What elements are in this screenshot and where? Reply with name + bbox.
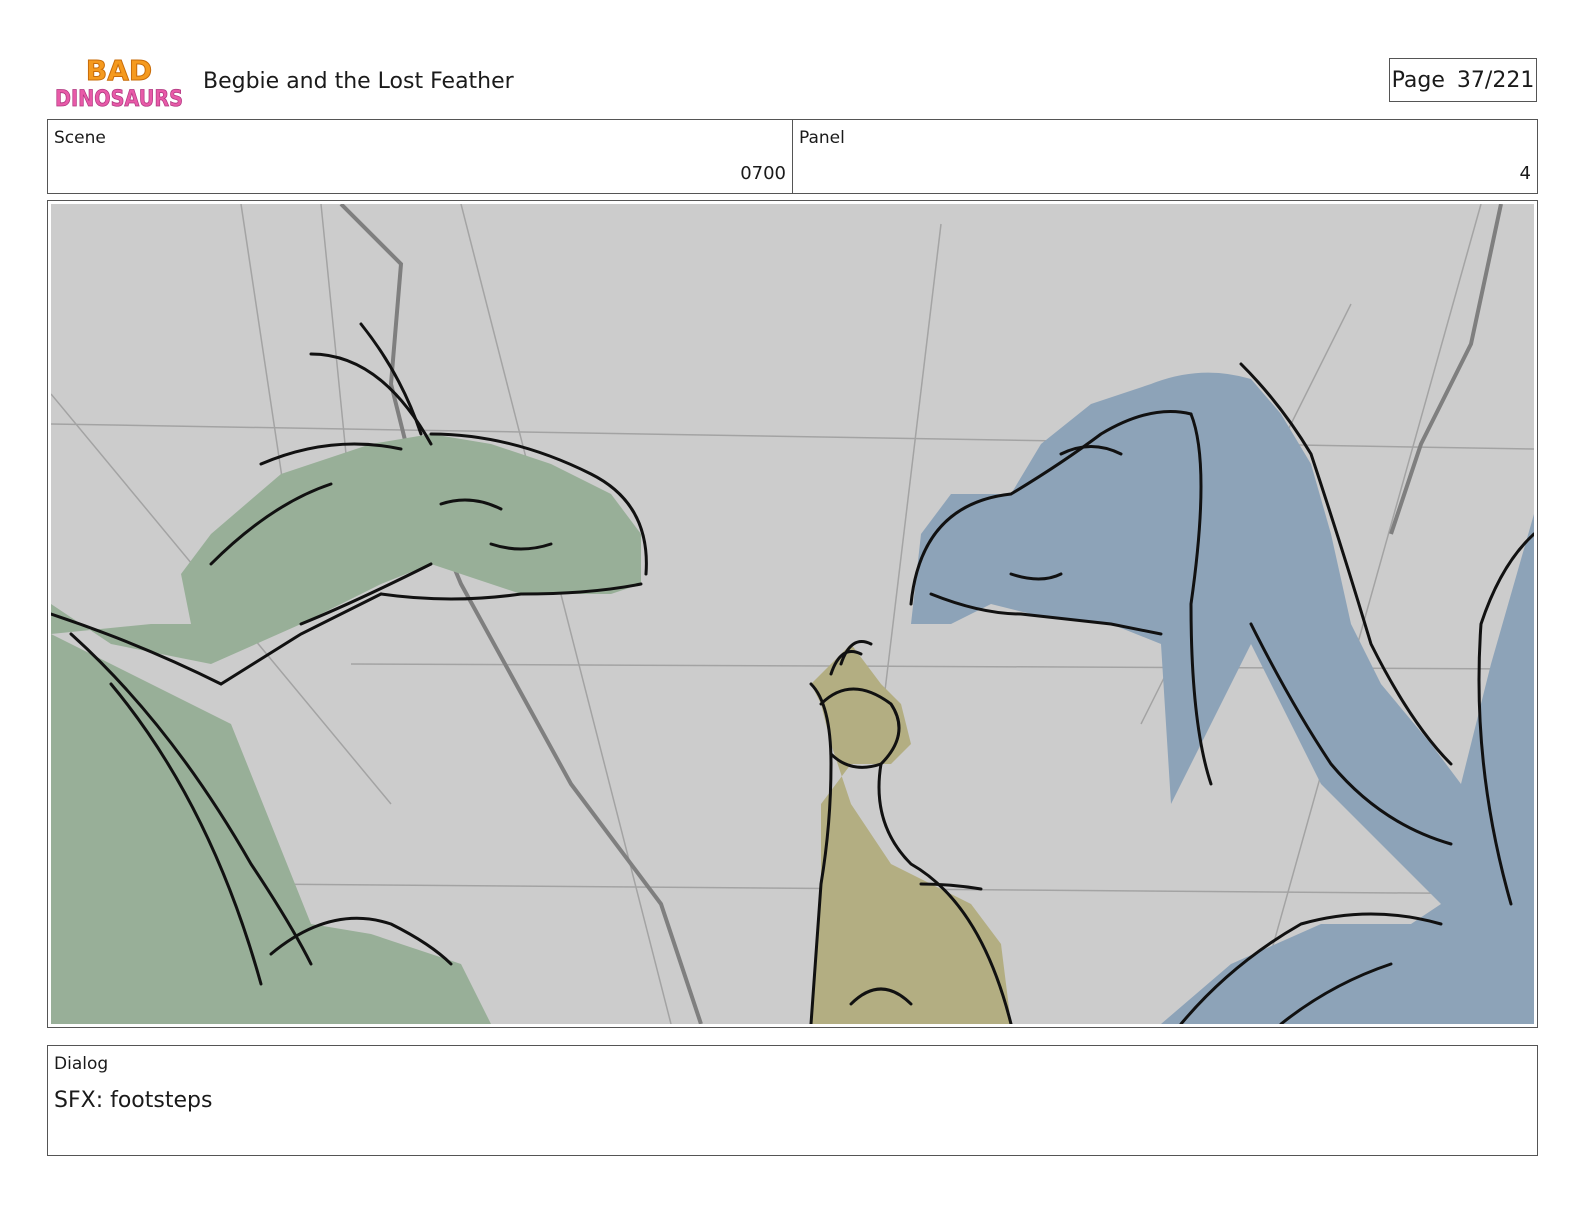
storyboard-frame [47,200,1538,1028]
logo-line2: DINOSAURS [55,87,183,112]
dialog-label: Dialog [54,1054,109,1074]
logo-line1: BAD [86,54,152,87]
scene-cell: Scene 0700 [48,120,792,193]
storyboard-drawing [51,204,1534,1024]
panel-label: Panel [799,128,845,148]
document-title: Begbie and the Lost Feather [203,69,514,94]
panel-cell: Panel 4 [792,120,1537,193]
panel-value: 4 [1519,163,1531,184]
dialog-box: Dialog SFX: footsteps [47,1045,1538,1156]
scene-label: Scene [54,128,106,148]
scene-panel-row: Scene 0700 Panel 4 [47,119,1538,194]
page-indicator: Page 37/221 [1389,58,1537,102]
bad-dinosaurs-logo: BAD DINOSAURS [54,54,184,113]
dialog-text: SFX: footsteps [54,1088,213,1113]
scene-value: 0700 [740,163,786,184]
page-number: 37/221 [1456,67,1535,93]
page-label: Page [1391,67,1445,93]
